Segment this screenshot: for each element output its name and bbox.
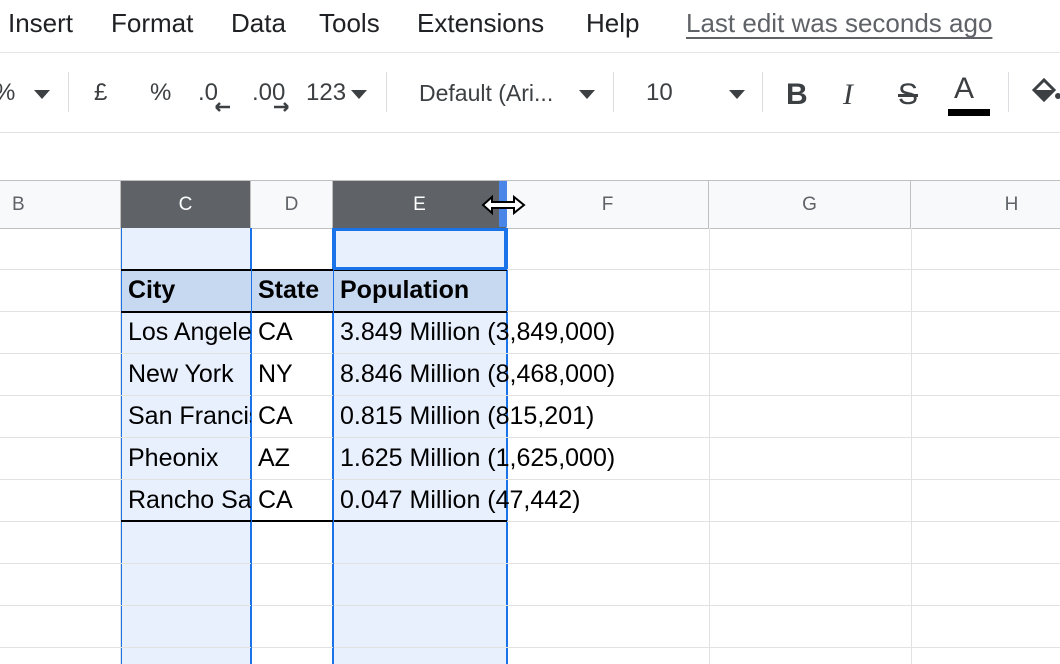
- grid-line: [709, 228, 710, 664]
- menu-format[interactable]: Format: [111, 8, 193, 39]
- header-population[interactable]: Population: [334, 270, 506, 311]
- fill-color-icon[interactable]: [1030, 76, 1060, 106]
- arrow-right-icon: [274, 102, 289, 112]
- cell-population[interactable]: 3.849 Million (3,849,000): [334, 312, 615, 353]
- chevron-down-icon[interactable]: [729, 90, 745, 99]
- column-headers: B C D E F G H: [0, 180, 1060, 229]
- more-formats-button[interactable]: 123: [306, 79, 346, 107]
- decrease-decimal-button[interactable]: .0: [198, 79, 230, 112]
- cell-population[interactable]: 1.625 Million (1,625,000): [334, 438, 615, 479]
- cell-city[interactable]: Pheonix: [122, 438, 251, 479]
- table-border: [121, 520, 507, 522]
- cell-state[interactable]: NY: [252, 354, 333, 395]
- column-c-right-border: [251, 228, 252, 664]
- column-header-h[interactable]: H: [911, 181, 1060, 228]
- percent-format-button[interactable]: %: [150, 79, 171, 107]
- active-cell[interactable]: [333, 228, 507, 270]
- cell-city[interactable]: New York: [122, 354, 251, 395]
- text-color-swatch: [948, 109, 990, 116]
- menu-extensions[interactable]: Extensions: [417, 8, 544, 39]
- zoom-percent-button[interactable]: %: [0, 79, 15, 107]
- chevron-down-icon[interactable]: [351, 90, 367, 99]
- last-edit-link[interactable]: Last edit was seconds ago: [686, 8, 992, 39]
- toolbar-divider: [68, 72, 69, 112]
- cell-grid[interactable]: City State Population Los Angeles CA 3.8…: [0, 228, 1060, 664]
- column-e-left-border: [333, 228, 334, 664]
- cell-city[interactable]: Rancho Santa Margarita: [122, 480, 251, 521]
- menu-help[interactable]: Help: [586, 8, 639, 39]
- cell-state[interactable]: CA: [252, 312, 333, 353]
- italic-button[interactable]: I: [843, 78, 853, 112]
- grid-line: [0, 563, 1060, 564]
- cell-population[interactable]: 8.846 Million (8,468,000): [334, 354, 615, 395]
- column-header-g[interactable]: G: [709, 181, 911, 228]
- strikethrough-button[interactable]: S: [898, 78, 918, 112]
- toolbar-divider: [386, 72, 387, 112]
- font-size-select[interactable]: 10: [646, 79, 673, 107]
- table-border: [121, 311, 507, 313]
- cell-city[interactable]: San Francisco: [122, 396, 251, 437]
- column-header-d[interactable]: D: [251, 181, 333, 228]
- toolbar-divider: [613, 72, 614, 112]
- cell-population[interactable]: 0.047 Million (47,442): [334, 480, 580, 521]
- grid-line: [120, 228, 121, 664]
- toolbar-divider: [762, 72, 763, 112]
- increase-decimal-button[interactable]: .00: [252, 79, 289, 112]
- text-color-button[interactable]: A: [954, 72, 974, 106]
- column-header-f[interactable]: F: [507, 181, 709, 228]
- menu-data[interactable]: Data: [231, 8, 286, 39]
- cell-population[interactable]: 0.815 Million (815,201): [334, 396, 594, 437]
- column-header-b[interactable]: B: [0, 181, 121, 228]
- cell-state[interactable]: AZ: [252, 438, 333, 479]
- cell-state[interactable]: CA: [252, 396, 333, 437]
- header-city[interactable]: City: [122, 270, 251, 311]
- toolbar-divider: [1008, 72, 1009, 112]
- resize-cursor-icon: [481, 194, 526, 216]
- chevron-down-icon[interactable]: [34, 90, 50, 99]
- cell-state[interactable]: CA: [252, 480, 333, 521]
- font-family-select[interactable]: Default (Ari...: [419, 80, 553, 107]
- menu-bar: Insert Format Data Tools Extensions Help…: [0, 0, 1060, 53]
- formula-bar-area: [0, 133, 1060, 179]
- grid-line: [0, 647, 1060, 648]
- chevron-down-icon[interactable]: [579, 90, 595, 99]
- column-header-c[interactable]: C: [121, 181, 251, 228]
- grid-line: [911, 228, 912, 664]
- header-state[interactable]: State: [252, 270, 333, 311]
- menu-insert[interactable]: Insert: [8, 8, 73, 39]
- arrow-left-icon: [215, 102, 230, 112]
- currency-format-button[interactable]: £: [94, 79, 107, 107]
- menu-tools[interactable]: Tools: [319, 8, 380, 39]
- cell-city[interactable]: Los Angeles: [122, 312, 251, 353]
- toolbar: % £ % .0 .00 123 Default (Ari... 10 B I …: [0, 54, 1060, 133]
- bold-button[interactable]: B: [786, 78, 808, 112]
- grid-line: [0, 605, 1060, 606]
